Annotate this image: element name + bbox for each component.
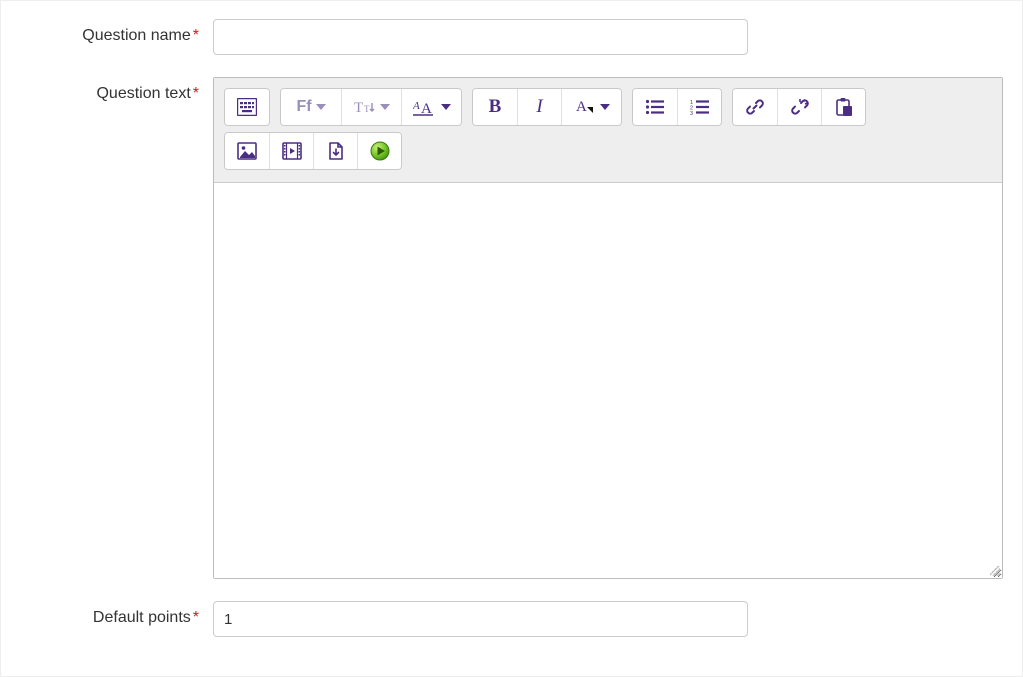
bold-icon: B (489, 96, 502, 118)
font-color-button[interactable]: A (561, 89, 621, 125)
required-marker: * (193, 27, 199, 44)
video-button[interactable] (269, 133, 313, 169)
paste-icon (835, 97, 853, 117)
toolbar-row-2 (224, 132, 992, 170)
image-icon (237, 142, 257, 160)
ordered-list-button[interactable]: 1 2 3 (677, 89, 721, 125)
field-default-points (213, 601, 1010, 637)
file-icon (327, 141, 345, 161)
row-question-text: Question text* (13, 77, 1010, 579)
question-name-input[interactable] (213, 19, 748, 55)
video-icon (282, 142, 302, 160)
question-text-editor[interactable] (214, 183, 1002, 578)
italic-button[interactable]: I (517, 89, 561, 125)
font-family-button[interactable]: Ff (281, 89, 341, 125)
svg-text:3: 3 (690, 111, 693, 115)
ordered-list-icon: 1 2 3 (690, 99, 710, 115)
record-icon (369, 140, 391, 162)
label-question-text-text: Question text (96, 85, 190, 102)
svg-text:A: A (421, 101, 432, 116)
svg-text:T: T (354, 100, 363, 116)
label-question-name-text: Question name (82, 27, 191, 44)
italic-icon: I (536, 96, 542, 118)
rich-text-editor: Ff T T (213, 77, 1003, 579)
image-button[interactable] (225, 133, 269, 169)
svg-text:T: T (364, 104, 370, 114)
chevron-down-icon (600, 104, 610, 110)
group-font: Ff T T (280, 88, 462, 126)
row-default-points: Default points* (13, 601, 1010, 637)
field-question-text: Ff T T (213, 77, 1010, 579)
font-size-icon: T T (354, 98, 376, 116)
file-button[interactable] (313, 133, 357, 169)
record-button[interactable] (357, 133, 401, 169)
font-style-button[interactable]: A A (401, 89, 461, 125)
field-question-name (213, 19, 1010, 55)
group-toggle (224, 88, 270, 126)
font-family-icon: Ff (296, 98, 311, 116)
link-button[interactable] (733, 89, 777, 125)
svg-text:A: A (576, 99, 587, 115)
unordered-list-button[interactable] (633, 89, 677, 125)
label-question-name: Question name* (13, 19, 213, 45)
editor-toolbar: Ff T T (214, 78, 1002, 183)
label-default-points-text: Default points (93, 609, 191, 626)
font-color-icon: A (574, 97, 596, 117)
label-question-text: Question text* (13, 77, 213, 103)
font-size-button[interactable]: T T (341, 89, 401, 125)
svg-text:A: A (413, 100, 420, 112)
unlink-icon (790, 97, 810, 117)
chevron-down-icon (316, 104, 326, 110)
chevron-down-icon (380, 104, 390, 110)
required-marker: * (193, 85, 199, 102)
group-link (732, 88, 866, 126)
toolbar-row-1: Ff T T (224, 88, 992, 126)
paste-button[interactable] (821, 89, 865, 125)
toolbar-toggle-button[interactable] (225, 89, 269, 125)
link-icon (745, 97, 765, 117)
group-inline: B I A (472, 88, 622, 126)
group-lists: 1 2 3 (632, 88, 722, 126)
unlink-button[interactable] (777, 89, 821, 125)
group-media (224, 132, 402, 170)
row-question-name: Question name* (13, 19, 1010, 55)
chevron-down-icon (441, 104, 451, 110)
toolbar-toggle-icon (237, 98, 257, 116)
default-points-input[interactable] (213, 601, 748, 637)
unordered-list-icon (645, 99, 665, 115)
font-style-icon: A A (413, 98, 437, 116)
label-default-points: Default points* (13, 601, 213, 627)
required-marker: * (193, 609, 199, 626)
question-form: Question name* Question text* (0, 0, 1023, 677)
bold-button[interactable]: B (473, 89, 517, 125)
